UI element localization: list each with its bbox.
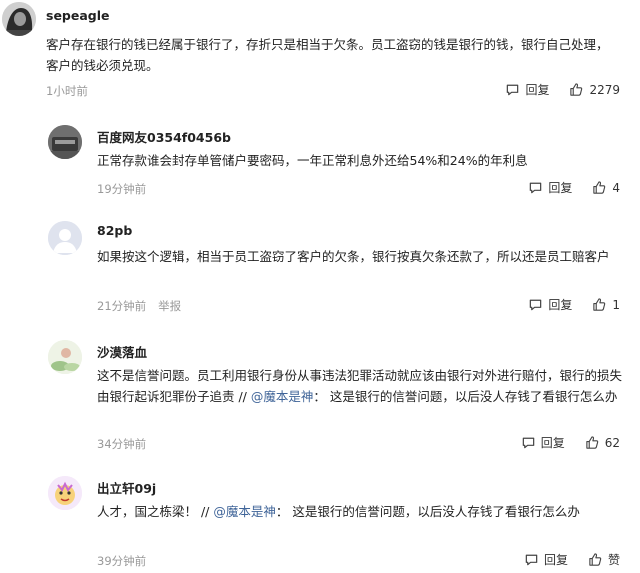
- like-button[interactable]: 4: [592, 180, 620, 195]
- avatar-illustration-icon: [48, 340, 82, 374]
- comment-meta: 1小时前: [46, 83, 88, 99]
- comment-meta: 21分钟前 举报: [97, 298, 181, 314]
- comment-text-body: 如果按这个逻辑，相当于员工盗窃了客户的欠条，银行按真欠条还款了，所以还是员工赔客…: [97, 249, 610, 264]
- avatar[interactable]: [48, 125, 82, 159]
- comment-text-body: 客户存在银行的钱已经属于银行了，存折只是相当于欠条。员工盗窃的钱是银行的钱，银行…: [46, 37, 609, 73]
- comment-text: 人才，国之栋梁！ // @魔本是神： 这是银行的信誉问题，以后没人存钱了看银行怎…: [97, 501, 625, 522]
- like-button[interactable]: 62: [585, 435, 620, 450]
- comment-meta: 19分钟前: [97, 181, 146, 197]
- comment-username[interactable]: 82pb: [97, 223, 132, 238]
- comment-meta: 34分钟前: [97, 436, 146, 452]
- comment-text-quote: ： 这是银行的信誉问题，以后没人存钱了看银行怎么办: [275, 504, 580, 519]
- default-avatar-icon: [48, 221, 82, 255]
- comment-actions: 回复 62: [521, 434, 620, 451]
- avatar[interactable]: [48, 221, 82, 255]
- comment-bubble-icon: [507, 84, 519, 96]
- like-count: 1: [612, 297, 620, 312]
- like-count: 2279: [589, 82, 620, 97]
- mention-link[interactable]: @魔本是神: [251, 389, 314, 404]
- thumbs-up-icon: [570, 83, 583, 96]
- reply-button[interactable]: 回复: [528, 179, 572, 196]
- comment-bubble-icon: [530, 182, 542, 194]
- comment-time: 21分钟前: [97, 299, 147, 313]
- thumbs-up-icon: [589, 553, 602, 566]
- like-count: 62: [604, 435, 620, 450]
- mention-link[interactable]: @魔本是神: [213, 504, 276, 519]
- comment-text-quote: ： 这是银行的信誉问题，以后没人存钱了看银行怎么办: [313, 389, 618, 404]
- like-button[interactable]: 2279: [569, 82, 620, 97]
- thumbs-up-icon: [593, 298, 606, 311]
- reply-label: 回复: [543, 553, 568, 567]
- avatar-bw-photo-icon: [2, 2, 36, 36]
- thumbs-up-icon: [593, 181, 606, 194]
- comment-text: 这不是信誉问题。员工利用银行身份从事违法犯罪活动就应该由银行对外进行赔付，银行的…: [97, 365, 625, 407]
- comment-bubble-icon: [525, 554, 538, 566]
- comment-actions: 回复 4: [528, 179, 620, 196]
- comment-time: 34分钟前: [97, 437, 147, 451]
- reply-button[interactable]: 回复: [524, 551, 568, 568]
- reply-label: 回复: [540, 436, 565, 450]
- comment-time: 19分钟前: [97, 182, 147, 196]
- reply-label: 回复: [525, 83, 550, 97]
- avatar[interactable]: [48, 476, 82, 510]
- comment-text-body: 正常存款谁会封存单管储户要密码，一年正常利息外还给54%和24%的年利息: [97, 153, 528, 168]
- avatar-photo-icon: [48, 125, 82, 159]
- comment-time: 39分钟前: [97, 554, 147, 568]
- reply-label: 回复: [548, 298, 573, 312]
- comment-bubble-icon: [522, 437, 534, 449]
- comment-username[interactable]: sepeagle: [46, 8, 110, 23]
- reply-button[interactable]: 回复: [528, 296, 572, 313]
- comment-actions: 回复 1: [528, 296, 620, 313]
- comment-username[interactable]: 沙漠落血: [97, 342, 147, 361]
- comment-username[interactable]: 百度网友0354f0456b: [97, 127, 231, 146]
- comment-username[interactable]: 出立轩09j: [97, 478, 156, 497]
- comment-time: 1小时前: [46, 84, 88, 98]
- comment-bubble-icon: [530, 299, 542, 311]
- comment-text-body: 人才，国之栋梁！ //: [97, 504, 214, 519]
- thumbs-up-icon: [586, 436, 598, 449]
- like-button[interactable]: 1: [592, 297, 620, 312]
- comment-text: 正常存款谁会封存单管储户要密码，一年正常利息外还给54%和24%的年利息: [97, 150, 617, 171]
- like-count: 赞: [607, 553, 620, 567]
- comment-actions: 回复 2279: [505, 81, 620, 98]
- avatar-cartoon-icon: [48, 476, 82, 510]
- comment-text: 客户存在银行的钱已经属于银行了，存折只是相当于欠条。员工盗窃的钱是银行的钱，银行…: [46, 34, 614, 76]
- comment-meta: 39分钟前: [97, 553, 146, 569]
- comment-actions: 回复 赞: [524, 551, 620, 568]
- reply-label: 回复: [548, 181, 573, 195]
- like-count: 4: [612, 180, 620, 195]
- avatar[interactable]: [48, 340, 82, 374]
- reply-button[interactable]: 回复: [521, 434, 565, 451]
- report-link[interactable]: 举报: [158, 299, 181, 313]
- comment-text: 如果按这个逻辑，相当于员工盗窃了客户的欠条，银行按真欠条还款了，所以还是员工赔客…: [97, 246, 622, 267]
- avatar[interactable]: [2, 2, 36, 36]
- reply-button[interactable]: 回复: [505, 81, 549, 98]
- like-button[interactable]: 赞: [588, 551, 620, 568]
